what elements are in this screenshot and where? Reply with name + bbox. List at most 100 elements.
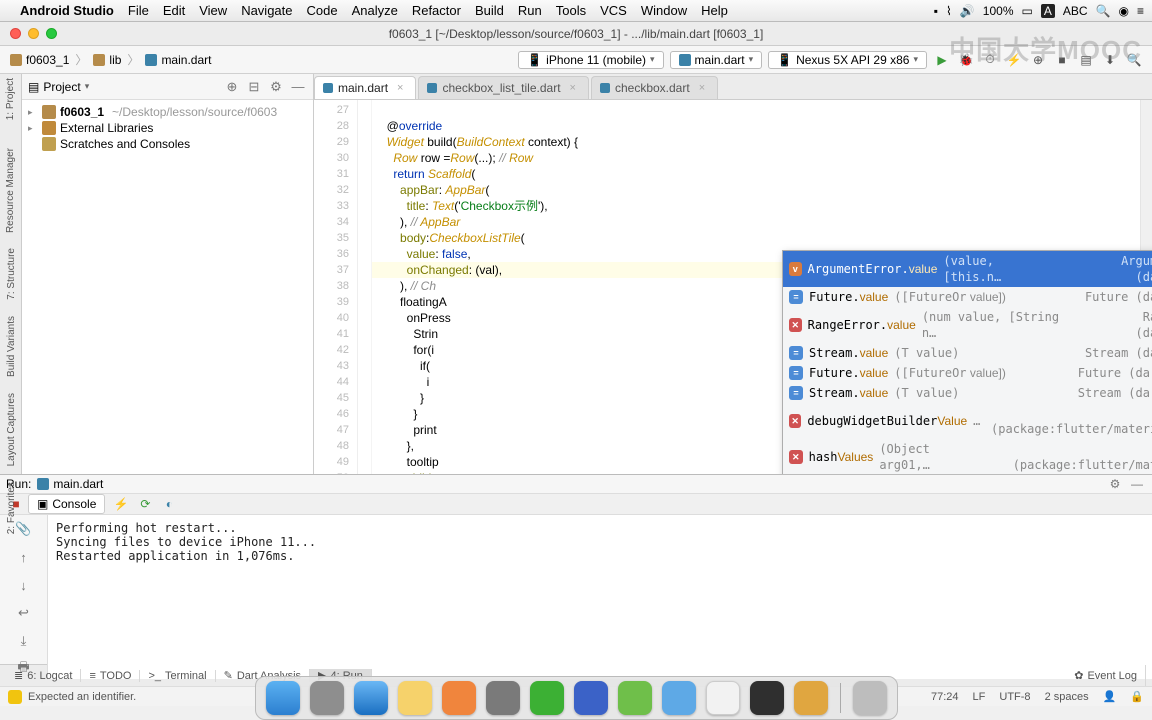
hot-reload-icon[interactable]: ⚡ (1004, 50, 1024, 70)
completion-item[interactable]: =Future.value([FutureOr value])Future (d… (783, 287, 1152, 307)
completion-kind-icon: = (789, 346, 803, 360)
project-root-node[interactable]: ▸ f0603_1 ~/Desktop/lesson/source/f0603 (26, 104, 309, 120)
bottom-tab-icon: ✎ (224, 669, 233, 682)
search-everywhere-icon[interactable]: 🔍 (1124, 50, 1144, 70)
spotlight-icon[interactable]: 🔍 (1096, 4, 1111, 18)
tool-tab-favorites[interactable]: 2: Favorites (6, 482, 17, 534)
wifi-icon[interactable]: ⌇ (946, 4, 952, 18)
tool-tab-resource-manager[interactable]: Resource Manager (5, 148, 16, 233)
volume-icon[interactable]: 🔊 (960, 4, 975, 18)
editor-tab[interactable]: checkbox_list_tile.dart× (418, 76, 589, 99)
status-warning-icon[interactable] (8, 690, 22, 704)
run-config-selector[interactable]: main.dart▾ (670, 51, 763, 69)
avd-manager-icon[interactable]: ▤ (1076, 50, 1096, 70)
line-number-gutter[interactable]: 2728293031323334353637383940414243444546… (314, 100, 358, 474)
attach-icon[interactable]: ⊕ (1028, 50, 1048, 70)
debug-button-icon[interactable]: 🐞 (956, 50, 976, 70)
menu-code[interactable]: Code (307, 3, 338, 18)
editor-tab[interactable]: checkbox.dart× (591, 76, 718, 99)
breadcrumb-root[interactable]: f0603_1 (6, 53, 73, 67)
scratches-node[interactable]: Scratches and Consoles (26, 136, 309, 152)
device-selector-primary[interactable]: 📱iPhone 11 (mobile)▾ (518, 51, 663, 69)
menu-view[interactable]: View (199, 3, 227, 18)
caret-position[interactable]: 77:24 (931, 691, 959, 703)
window-minimize-button[interactable] (28, 28, 39, 39)
close-tab-icon[interactable]: × (570, 82, 576, 94)
run-console-tab[interactable]: ▣Console (28, 494, 105, 514)
project-settings-icon[interactable]: ⚙ (267, 78, 285, 96)
menu-navigate[interactable]: Navigate (241, 3, 292, 18)
sdk-manager-icon[interactable]: ⬇ (1100, 50, 1120, 70)
project-view-selector[interactable]: Project (43, 80, 80, 94)
event-log-tab[interactable]: ✿Event Log (1066, 665, 1146, 686)
memory-lock-icon[interactable]: 🔒 (1130, 690, 1144, 703)
window-close-button[interactable] (10, 28, 21, 39)
device-selector-secondary[interactable]: 📱Nexus 5X API 29 x86▾ (768, 51, 927, 69)
file-encoding[interactable]: UTF-8 (999, 691, 1030, 703)
tool-tab-build-variants[interactable]: Build Variants (6, 316, 17, 377)
run-scroll-to-end-icon[interactable]: ⤓ (12, 631, 36, 651)
code-completion-popup[interactable]: vArgumentError.value(value, [this.n…Argu… (782, 250, 1152, 474)
menu-refactor[interactable]: Refactor (412, 3, 461, 18)
menu-build[interactable]: Build (475, 3, 504, 18)
fold-column[interactable] (358, 100, 372, 474)
indent-settings[interactable]: 2 spaces (1045, 691, 1089, 703)
close-tab-icon[interactable]: × (699, 82, 705, 94)
completion-item[interactable]: vArgumentError.value(value, [this.n…Argu… (783, 251, 1152, 287)
run-settings-icon[interactable]: ⚙ (1106, 475, 1124, 493)
menu-vcs[interactable]: VCS (600, 3, 627, 18)
menu-run[interactable]: Run (518, 3, 542, 18)
run-hide-icon[interactable]: — (1128, 475, 1146, 493)
editor-tabs: main.dart×checkbox_list_tile.dart×checkb… (314, 74, 1152, 100)
siri-icon[interactable]: ◉ (1119, 4, 1129, 18)
control-center-icon[interactable]: ≡ (1137, 4, 1144, 18)
tool-tab-layout-captures[interactable]: Layout Captures (6, 393, 17, 466)
menu-help[interactable]: Help (701, 3, 728, 18)
menubar-app-name[interactable]: Android Studio (20, 3, 114, 18)
window-zoom-button[interactable] (46, 28, 57, 39)
close-tab-icon[interactable]: × (397, 82, 403, 94)
run-down-icon[interactable]: ↓ (12, 575, 36, 595)
completion-kind-icon: ✕ (789, 450, 803, 464)
project-collapse-icon[interactable]: ⊟ (245, 78, 263, 96)
menu-edit[interactable]: Edit (163, 3, 185, 18)
stop-icon[interactable]: ■ (1052, 50, 1072, 70)
completion-item[interactable]: ✕debugWidgetBuilderValue…void (package:f… (783, 403, 1152, 439)
ime-flag[interactable]: A (1041, 4, 1055, 18)
completion-item[interactable]: =Stream.value(T value)Stream (dart:async… (783, 383, 1152, 403)
bottom-tab[interactable]: ✎Dart Analysis (216, 669, 310, 682)
run-button-icon[interactable]: ▶ (932, 50, 952, 70)
run-softwrap-icon[interactable]: ↩ (12, 603, 36, 623)
completion-item[interactable]: ✕RangeError.value(num value, [String n…R… (783, 307, 1152, 343)
menu-file[interactable]: File (128, 3, 149, 18)
completion-item[interactable]: ✕hashValues(Object arg01,…int (package:f… (783, 439, 1152, 474)
tool-tab-project[interactable]: 1: Project (5, 78, 16, 120)
hot-restart-action-icon[interactable]: ⟳ (133, 494, 157, 514)
run-configuration-name[interactable]: main.dart (37, 477, 103, 491)
profile-button-icon[interactable]: ⏱ (980, 50, 1000, 70)
project-scroll-from-source-icon[interactable]: ⊕ (223, 78, 241, 96)
window-title-bar: f0603_1 [~/Desktop/lesson/source/f0603_1… (0, 22, 1152, 46)
run-up-icon[interactable]: ↑ (12, 547, 36, 567)
breadcrumb-file[interactable]: main.dart (141, 53, 215, 67)
bottom-tab[interactable]: >_Terminal (140, 670, 215, 682)
bottom-tab[interactable]: ≣6: Logcat (6, 669, 81, 682)
inspections-icon[interactable]: 👤 (1103, 690, 1117, 703)
completion-item[interactable]: =Future.value([FutureOr value])Future (d… (783, 363, 1152, 383)
project-hide-icon[interactable]: — (289, 78, 307, 96)
bottom-tab[interactable]: ▶4: Run (310, 669, 372, 682)
external-libraries-node[interactable]: ▸ External Libraries (26, 120, 309, 136)
menu-tools[interactable]: Tools (556, 3, 586, 18)
menu-window[interactable]: Window (641, 3, 687, 18)
bottom-tab[interactable]: ≡TODO (81, 670, 140, 682)
run-console-output[interactable]: Performing hot restart... Syncing files … (48, 515, 1152, 679)
breadcrumb-folder[interactable]: lib (89, 53, 125, 67)
line-separator[interactable]: LF (973, 691, 986, 703)
completion-item[interactable]: =Stream.value(T value)Stream (dart:core) (783, 343, 1152, 363)
open-devtools-icon[interactable]: ◐ (157, 494, 181, 514)
hot-reload-action-icon[interactable]: ⚡ (109, 494, 133, 514)
tool-tab-structure[interactable]: 7: Structure (6, 248, 17, 300)
menu-analyze[interactable]: Analyze (352, 3, 398, 18)
status-bar: Expected an identifier. 77:24 LF UTF-8 2… (0, 686, 1152, 706)
editor-tab[interactable]: main.dart× (314, 76, 416, 99)
